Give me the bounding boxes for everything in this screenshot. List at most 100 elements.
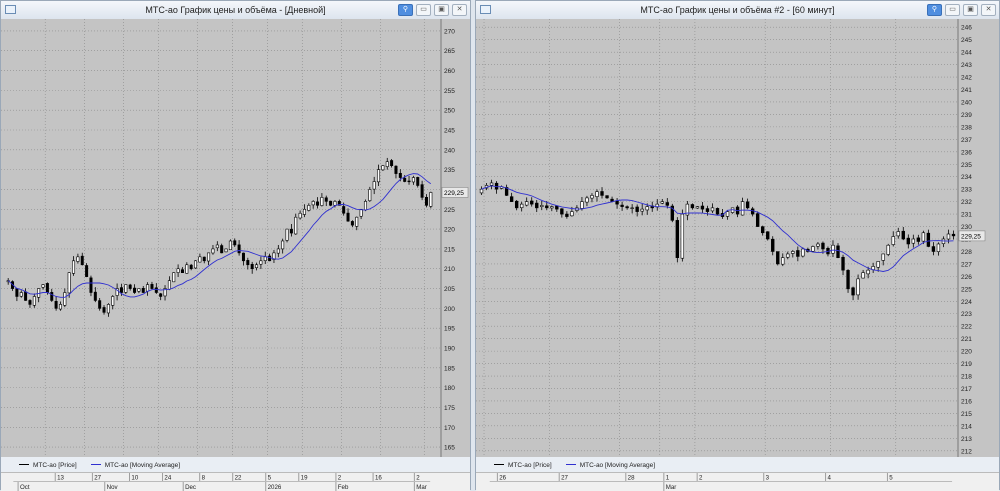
candle-body xyxy=(550,206,554,209)
y-tick-label: 214 xyxy=(961,423,972,430)
candle-body xyxy=(41,284,45,288)
candle-body xyxy=(600,191,604,196)
candle-body xyxy=(407,180,411,183)
window-title: МТС-ао График цены и объёма - [Дневной] xyxy=(145,5,326,15)
candle-body xyxy=(645,206,649,211)
candle-body xyxy=(605,195,609,199)
title-bar[interactable]: МТС-ао График цены и объёма - [Дневной] … xyxy=(1,1,470,19)
candle-body xyxy=(424,197,428,206)
close-button[interactable]: ✕ xyxy=(981,4,996,16)
maximize-button[interactable]: ▣ xyxy=(963,4,978,16)
candle-body xyxy=(776,251,780,265)
close-button[interactable]: ✕ xyxy=(452,4,467,16)
y-tick-label: 165 xyxy=(444,445,455,452)
link-button[interactable]: ⚲ xyxy=(927,4,942,16)
candle-body xyxy=(886,244,890,255)
day-tick-label: 16 xyxy=(375,475,382,482)
day-tick-label: 13 xyxy=(57,475,64,482)
candle-body xyxy=(821,242,825,250)
day-tick-label: 4 xyxy=(827,475,831,482)
candle-body xyxy=(540,205,544,207)
last-price-label: 229,25 xyxy=(444,190,464,197)
candle-body xyxy=(525,201,529,206)
candle-body xyxy=(211,248,215,254)
candle-body xyxy=(390,160,394,166)
candle-body xyxy=(394,165,398,174)
day-tick-label: 24 xyxy=(164,475,171,482)
candle-body xyxy=(781,257,785,265)
y-tick-label: 245 xyxy=(961,37,972,44)
time-axis[interactable]: 26 27 28 1 2 3 4 5Mar xyxy=(476,472,999,491)
candle-body xyxy=(268,255,272,262)
price-chart[interactable]: 212 213 214 215 216 217 218 219 220 221 222 223 224 2… xyxy=(476,19,999,457)
candle-body xyxy=(761,226,765,234)
title-bar[interactable]: МТС-ао График цены и объёма #2 - [60 мин… xyxy=(476,1,999,19)
candle-body xyxy=(93,291,97,301)
y-tick-label: 218 xyxy=(961,374,972,381)
candle-body xyxy=(141,288,145,293)
y-tick-label: 180 xyxy=(444,385,455,392)
candle-body xyxy=(111,296,115,306)
minimize-button[interactable]: ▭ xyxy=(945,4,960,16)
candle-body xyxy=(489,182,494,186)
candle-body xyxy=(861,272,865,279)
candle-body xyxy=(429,192,433,207)
candle-body xyxy=(15,288,19,297)
candle-body xyxy=(620,204,624,207)
y-tick-label: 245 xyxy=(444,128,455,135)
day-tick-label: 3 xyxy=(766,475,770,482)
y-tick-label: 227 xyxy=(961,261,972,268)
day-tick-label: 8 xyxy=(202,475,206,482)
candle-body xyxy=(565,213,569,217)
y-tick-label: 265 xyxy=(444,48,455,55)
window-title: МТС-ао График цены и объёма #2 - [60 мин… xyxy=(640,5,835,15)
y-tick-label: 238 xyxy=(961,124,972,131)
candle-body xyxy=(911,238,916,244)
candle-body xyxy=(590,195,594,199)
y-tick-label: 241 xyxy=(961,87,972,94)
candle-body xyxy=(951,233,956,237)
candle-body xyxy=(786,253,790,258)
minimize-button[interactable]: ▭ xyxy=(416,4,431,16)
candle-body xyxy=(150,284,154,289)
candle-body xyxy=(936,243,941,252)
time-axis[interactable]: 13 27 10 24 8 22 5 19 2 16 2Oct Nov Dec 2026 Feb Mar xyxy=(1,472,470,491)
candle-body xyxy=(725,211,730,217)
candle-body xyxy=(385,161,389,167)
link-button[interactable]: ⚲ xyxy=(398,4,413,16)
candle-body xyxy=(133,287,137,293)
candle-body xyxy=(80,255,84,266)
candle-body xyxy=(220,245,224,254)
price-chart[interactable]: 165 170 175 180 185 190 195 200 205 210 215 220 225 2… xyxy=(1,19,470,457)
y-tick-label: 224 xyxy=(961,299,972,306)
candle-body xyxy=(403,177,407,182)
candle-body xyxy=(555,205,559,210)
candle-body xyxy=(665,202,669,206)
candle-body xyxy=(185,264,189,274)
y-tick-label: 190 xyxy=(444,346,455,353)
maximize-button[interactable]: ▣ xyxy=(434,4,449,16)
y-tick-label: 212 xyxy=(961,448,972,455)
y-tick-label: 216 xyxy=(961,398,972,405)
y-tick-label: 240 xyxy=(961,99,972,106)
candle-body xyxy=(45,283,49,293)
candle-body xyxy=(342,206,346,214)
candle-body xyxy=(85,265,89,277)
day-tick-label: 26 xyxy=(499,475,506,482)
day-tick-label: 2 xyxy=(699,475,703,482)
candle-body xyxy=(535,202,539,209)
y-tick-label: 200 xyxy=(444,306,455,313)
candle-body xyxy=(172,272,176,283)
candle-body xyxy=(851,287,855,296)
y-tick-label: 236 xyxy=(961,149,972,156)
candle-body xyxy=(146,284,150,292)
candle-body xyxy=(931,246,936,252)
candle-body xyxy=(921,232,926,242)
candle-body xyxy=(916,237,921,242)
candle-body xyxy=(411,177,415,183)
candle-body xyxy=(771,238,775,252)
candle-body xyxy=(32,296,36,306)
candle-body xyxy=(198,256,202,263)
candle-body xyxy=(50,292,54,301)
candle-body xyxy=(298,212,302,219)
